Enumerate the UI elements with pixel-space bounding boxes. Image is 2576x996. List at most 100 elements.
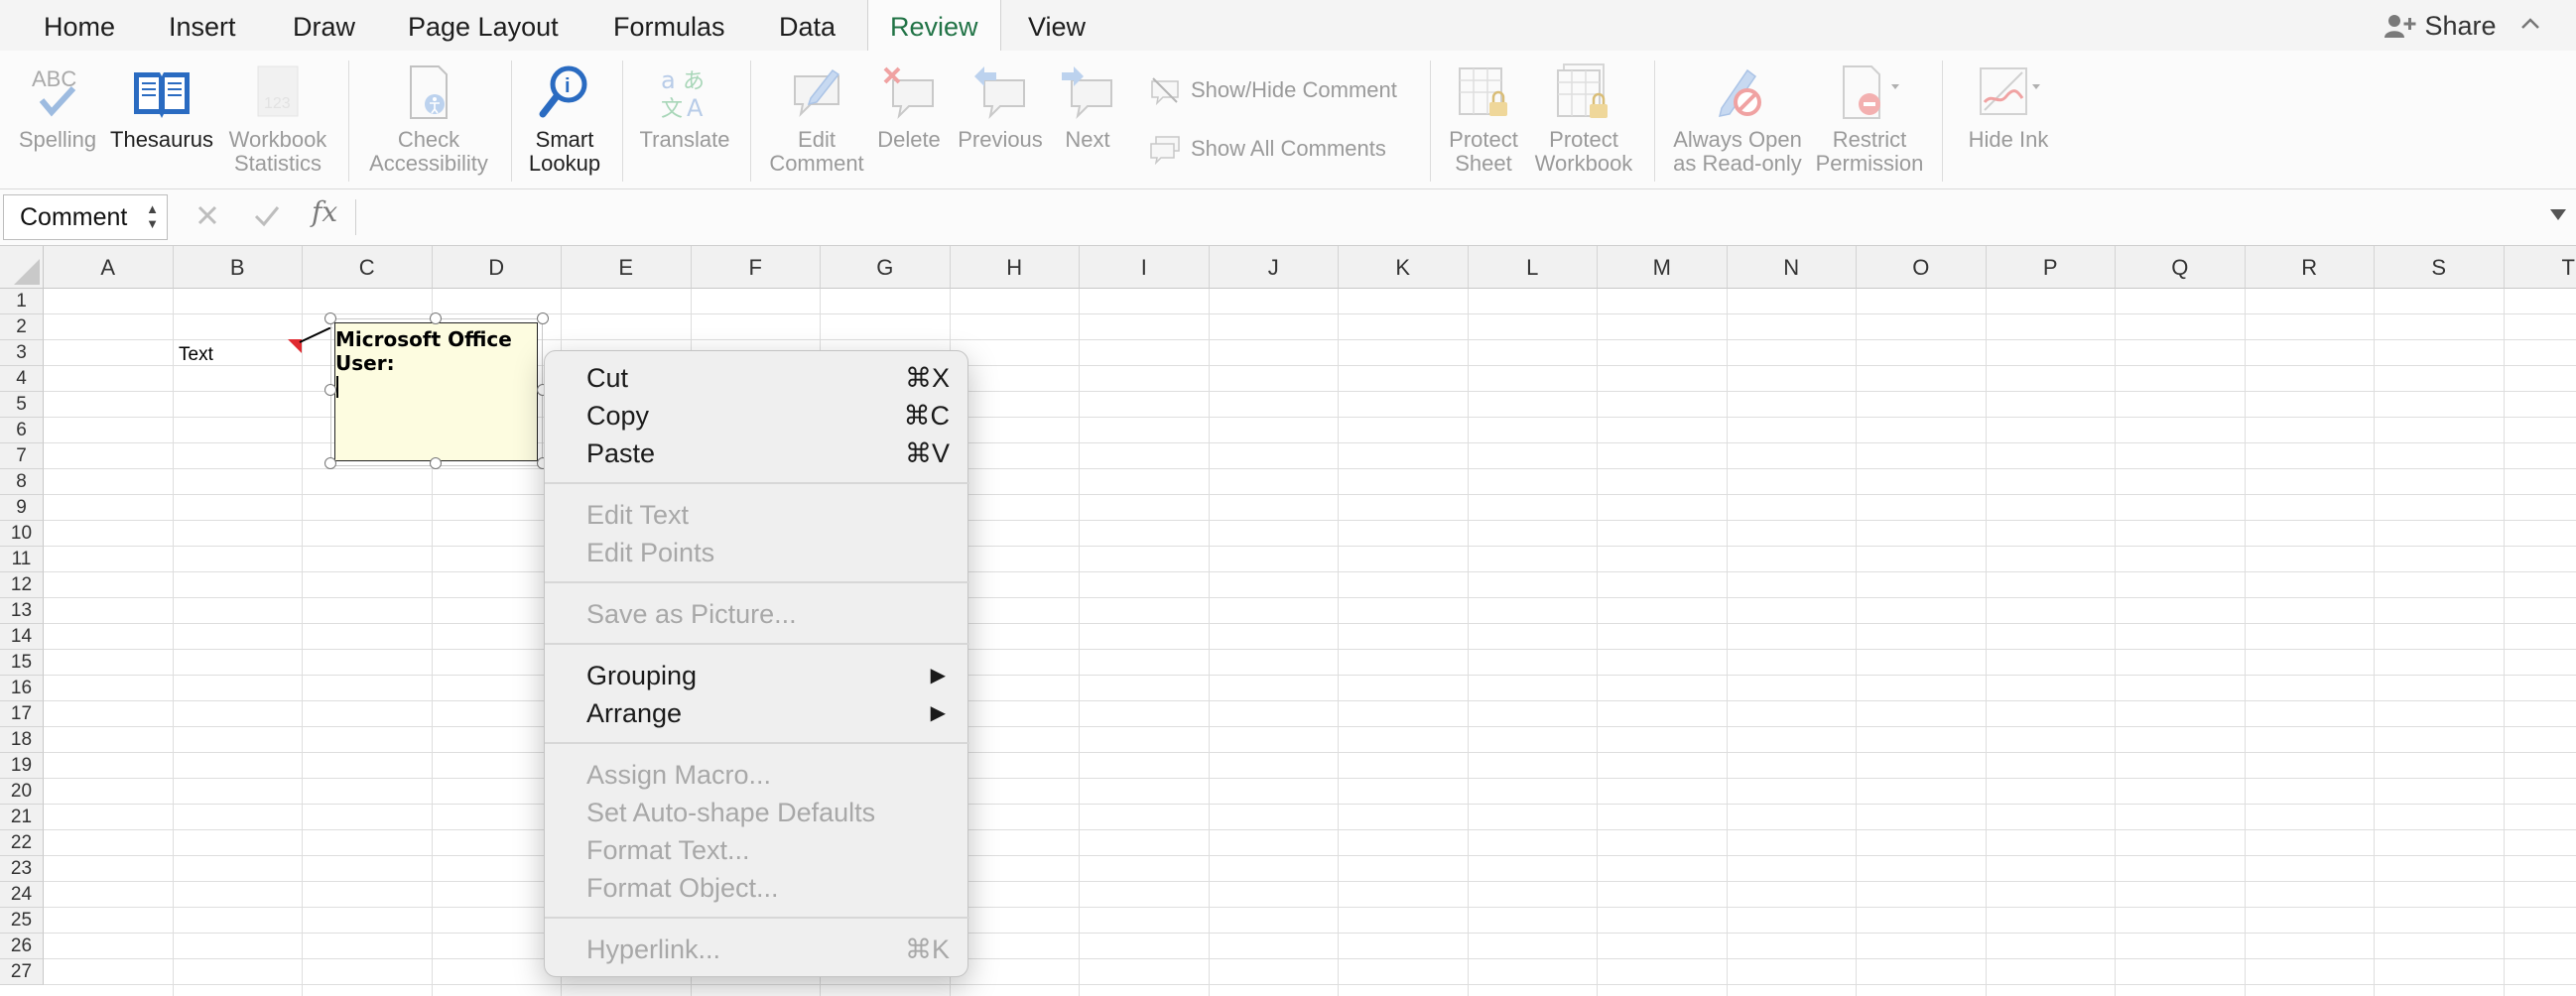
column-header-F[interactable]: F	[691, 246, 821, 289]
row-header-2[interactable]: 2	[0, 314, 44, 340]
protect-sheet-button[interactable]: Protect Sheet	[1441, 62, 1526, 176]
name-box[interactable]: Comment ▲ ▼	[3, 194, 168, 240]
menu-item-grouping[interactable]: Grouping ▶	[545, 657, 969, 694]
column-header-H[interactable]: H	[950, 246, 1080, 289]
row-header-22[interactable]: 22	[0, 830, 44, 856]
row-header-23[interactable]: 23	[0, 856, 44, 882]
row-header-9[interactable]: 9	[0, 495, 44, 521]
menu-item-copy[interactable]: Copy ⌘C	[545, 397, 969, 435]
row-header-16[interactable]: 16	[0, 676, 44, 701]
previous-comment-button[interactable]: Previous	[953, 62, 1048, 152]
row-header-20[interactable]: 20	[0, 779, 44, 805]
column-header-N[interactable]: N	[1727, 246, 1857, 289]
column-header-E[interactable]: E	[562, 246, 692, 289]
column-header-D[interactable]: D	[432, 246, 562, 289]
insert-function-button[interactable]: fx	[312, 195, 337, 228]
column-header-G[interactable]: G	[821, 246, 951, 289]
row-header-4[interactable]: 4	[0, 366, 44, 392]
column-header-P[interactable]: P	[1986, 246, 2116, 289]
row-header-6[interactable]: 6	[0, 418, 44, 443]
row-header-24[interactable]: 24	[0, 882, 44, 908]
menu-item-edit-points[interactable]: Edit Points	[545, 534, 969, 571]
tab-draw[interactable]: Draw	[271, 0, 377, 51]
menu-item-paste[interactable]: Paste ⌘V	[545, 435, 969, 472]
resize-handle-top-left[interactable]	[324, 312, 336, 324]
tab-home[interactable]: Home	[22, 0, 137, 51]
tab-page-layout[interactable]: Page Layout	[386, 0, 580, 51]
comment-box[interactable]: Microsoft Office User:	[334, 322, 538, 461]
tab-formulas[interactable]: Formulas	[591, 0, 747, 51]
column-header-L[interactable]: L	[1468, 246, 1598, 289]
column-header-M[interactable]: M	[1598, 246, 1728, 289]
show-hide-comment-button[interactable]: Show/Hide Comment	[1149, 75, 1397, 106]
confirm-entry-icon[interactable]	[250, 198, 284, 232]
row-header-7[interactable]: 7	[0, 443, 44, 469]
spelling-button[interactable]: ABC Spelling	[14, 62, 101, 152]
row-header-21[interactable]: 21	[0, 805, 44, 830]
smart-lookup-button[interactable]: i Smart Lookup	[520, 62, 609, 176]
check-accessibility-button[interactable]: Check Accessibility	[359, 62, 498, 176]
collapse-ribbon-icon[interactable]	[2518, 12, 2542, 36]
row-header-26[interactable]: 26	[0, 934, 44, 959]
edit-comment-button[interactable]: Edit Comment	[762, 62, 871, 176]
row-header-11[interactable]: 11	[0, 547, 44, 572]
menu-item-hyperlink[interactable]: Hyperlink... ⌘K	[545, 931, 969, 968]
delete-comment-button[interactable]: Delete	[869, 62, 949, 152]
cancel-entry-icon[interactable]	[191, 198, 224, 232]
row-header-8[interactable]: 8	[0, 469, 44, 495]
row-header-27[interactable]: 27	[0, 959, 44, 985]
row-header-1[interactable]: 1	[0, 289, 44, 314]
column-header-S[interactable]: S	[2375, 246, 2505, 289]
tab-review[interactable]: Review	[867, 0, 1001, 52]
resize-handle-bottom-left[interactable]	[324, 457, 336, 469]
column-header-Q[interactable]: Q	[2116, 246, 2246, 289]
protect-workbook-button[interactable]: Protect Workbook	[1528, 62, 1639, 176]
tab-view[interactable]: View	[1006, 0, 1107, 51]
row-header-5[interactable]: 5	[0, 392, 44, 418]
menu-item-save-as-picture[interactable]: Save as Picture...	[545, 595, 969, 633]
menu-item-set-autoshape-defaults[interactable]: Set Auto-shape Defaults	[545, 794, 969, 831]
hide-ink-button[interactable]: Hide Ink	[1957, 62, 2060, 152]
worksheet-grid[interactable]: ABCDEFGHIJKLMNOPQRST 1 2 3 4 5 6 7 8 9 10 11 12 13 14…	[0, 246, 2576, 996]
column-header-R[interactable]: R	[2245, 246, 2375, 289]
column-header-I[interactable]: I	[1080, 246, 1210, 289]
select-all-corner[interactable]	[0, 246, 44, 289]
cell-B3[interactable]: Text	[179, 344, 213, 366]
next-comment-button[interactable]: Next	[1050, 62, 1125, 152]
row-header-10[interactable]: 10	[0, 521, 44, 547]
workbook-statistics-button[interactable]: 123 Workbook Statistics	[222, 62, 333, 176]
row-header-17[interactable]: 17	[0, 701, 44, 727]
menu-item-cut[interactable]: Cut ⌘X	[545, 359, 969, 397]
column-header-B[interactable]: B	[173, 246, 303, 289]
row-header-25[interactable]: 25	[0, 908, 44, 934]
expand-formula-bar-icon[interactable]	[2550, 209, 2566, 220]
row-header-18[interactable]: 18	[0, 727, 44, 753]
row-header-3[interactable]: 3	[0, 340, 44, 366]
name-box-stepper-icon[interactable]: ▲ ▼	[146, 201, 159, 231]
menu-item-format-object[interactable]: Format Object...	[545, 869, 969, 907]
row-header-14[interactable]: 14	[0, 624, 44, 650]
row-header-15[interactable]: 15	[0, 650, 44, 676]
tab-data[interactable]: Data	[757, 0, 857, 51]
column-header-C[interactable]: C	[303, 246, 433, 289]
resize-handle-left[interactable]	[324, 384, 336, 396]
translate-button[interactable]: a あ 文 A Translate	[633, 62, 736, 152]
share-button[interactable]: Share	[2383, 0, 2497, 51]
resize-handle-top[interactable]	[430, 312, 442, 324]
column-header-A[interactable]: A	[44, 246, 174, 289]
menu-item-format-text[interactable]: Format Text...	[545, 831, 969, 869]
menu-item-assign-macro[interactable]: Assign Macro...	[545, 756, 969, 794]
resize-handle-bottom[interactable]	[430, 457, 442, 469]
menu-item-edit-text[interactable]: Edit Text	[545, 496, 969, 534]
menu-item-arrange[interactable]: Arrange ▶	[545, 694, 969, 732]
column-header-K[interactable]: K	[1339, 246, 1469, 289]
column-header-J[interactable]: J	[1209, 246, 1339, 289]
row-header-12[interactable]: 12	[0, 572, 44, 598]
column-header-T[interactable]: T	[2504, 246, 2576, 289]
column-header-O[interactable]: O	[1857, 246, 1987, 289]
thesaurus-button[interactable]: Thesaurus	[107, 62, 216, 152]
tab-insert[interactable]: Insert	[147, 0, 258, 51]
always-open-read-only-button[interactable]: Always Open as Read-only	[1663, 62, 1812, 176]
show-all-comments-button[interactable]: Show All Comments	[1149, 134, 1386, 166]
resize-handle-top-right[interactable]	[537, 312, 549, 324]
